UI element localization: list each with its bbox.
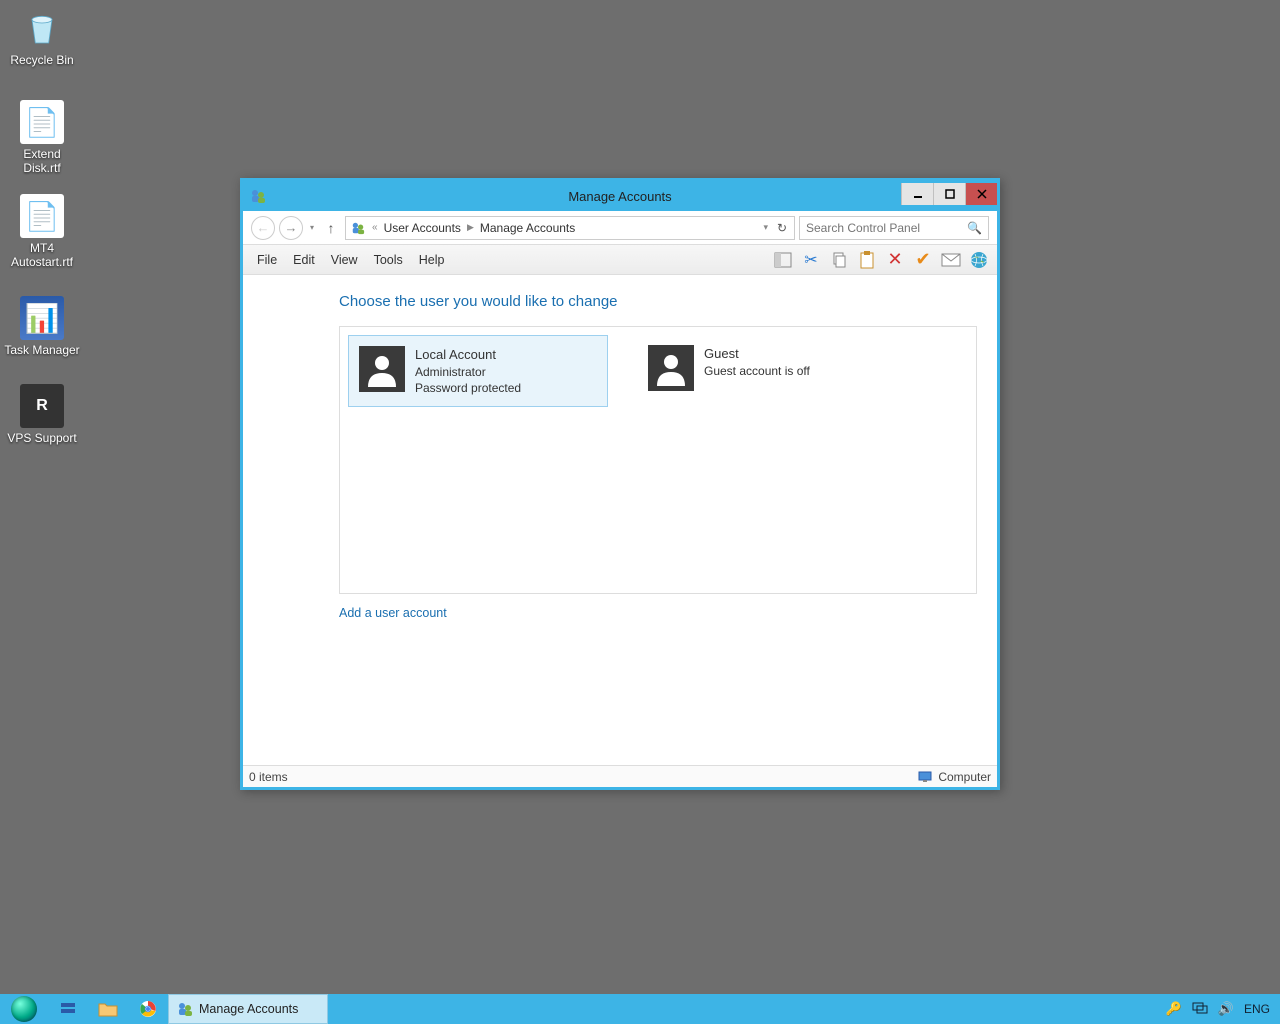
taskbar-explorer[interactable] [88,994,128,1024]
accounts-list: Local Account Administrator Password pro… [339,326,977,594]
window-controls [901,187,997,205]
account-name: Local Account [415,346,521,364]
search-icon[interactable]: 🔍 [967,221,982,235]
history-dropdown[interactable]: ▾ [307,216,317,240]
computer-icon [918,770,932,784]
taskbar-task-label: Manage Accounts [199,1002,298,1016]
account-card-local[interactable]: Local Account Administrator Password pro… [348,335,608,407]
search-box[interactable]: 🔍 [799,216,989,240]
breadcrumb-prefix: « [372,222,378,233]
menu-tools[interactable]: Tools [366,249,411,271]
add-user-link[interactable]: Add a user account [339,606,447,620]
account-name: Guest [704,345,810,363]
tray-volume-icon[interactable]: 🔊 [1218,1001,1234,1017]
tray-network-icon[interactable] [1192,1001,1208,1018]
desktop-icon-extend-disk[interactable]: 📄 Extend Disk.rtf [4,100,80,176]
vps-support-icon: R [20,384,64,428]
status-location: Computer [938,770,991,784]
start-button[interactable] [0,994,48,1024]
nav-bar: ← → ▾ ↑ « User Accounts ▶ Manage Account… [243,211,997,245]
menu-help[interactable]: Help [411,249,453,271]
tray-security-icon[interactable]: 🔑 [1166,1001,1182,1017]
tray-language[interactable]: ENG [1244,1002,1270,1016]
avatar-icon [648,345,694,391]
status-item-count: 0 items [249,770,288,784]
desktop-icon-mt4-autostart[interactable]: 📄 MT4 Autostart.rtf [4,194,80,270]
mail-icon[interactable] [939,248,963,272]
forward-button[interactable]: → [279,216,303,240]
menu-bar: File Edit View Tools Help ✂ ✕ ✔ [243,245,997,275]
refresh-button[interactable]: ↻ [774,221,790,235]
minimize-button[interactable] [901,183,933,205]
globe-icon[interactable] [967,248,991,272]
system-tray: 🔑 🔊 ENG [1156,994,1280,1024]
taskbar: Manage Accounts 🔑 🔊 ENG [0,994,1280,1024]
desktop-icon-task-manager[interactable]: 📊 Task Manager [4,296,80,357]
back-button[interactable]: ← [251,216,275,240]
desktop-icon-recycle-bin[interactable]: Recycle Bin [4,6,80,67]
desktop-icon-label: Recycle Bin [4,53,80,67]
account-role: Administrator [415,364,521,380]
content-area: Choose the user you would like to change… [243,275,997,765]
address-bar[interactable]: « User Accounts ▶ Manage Accounts ▾ ↻ [345,216,795,240]
taskbar-chrome[interactable] [128,994,168,1024]
search-input[interactable] [806,221,967,235]
account-status: Password protected [415,380,521,396]
account-info: Local Account Administrator Password pro… [415,346,521,396]
account-info: Guest Guest account is off [704,345,810,391]
account-status: Guest account is off [704,363,810,379]
delete-icon[interactable]: ✕ [883,248,907,272]
menu-file[interactable]: File [249,249,285,271]
recycle-bin-icon [20,6,64,50]
manage-accounts-window: Manage Accounts ← → ▾ ↑ « User Accounts … [240,178,1000,790]
desktop-icon-vps-support[interactable]: R VPS Support [4,384,80,445]
menu-view[interactable]: View [323,249,366,271]
user-accounts-icon [177,1001,193,1017]
rtf-file-icon: 📄 [20,194,64,238]
paste-icon[interactable] [855,248,879,272]
taskbar-server-manager[interactable] [48,994,88,1024]
page-heading: Choose the user you would like to change [339,293,977,310]
status-bar: 0 items Computer [243,765,997,787]
task-manager-icon: 📊 [20,296,64,340]
close-button[interactable] [965,183,997,205]
avatar-icon [359,346,405,392]
breadcrumb-manage-accounts[interactable]: Manage Accounts [480,221,575,235]
desktop-icon-label: Extend Disk.rtf [4,147,80,176]
desktop-icon-label: MT4 Autostart.rtf [4,241,80,270]
start-orb-icon [11,996,37,1022]
cut-icon[interactable]: ✂ [799,248,823,272]
address-dropdown-icon[interactable]: ▾ [763,222,768,233]
desktop-icon-label: VPS Support [4,431,80,445]
menu-edit[interactable]: Edit [285,249,323,271]
taskbar-task-manage-accounts[interactable]: Manage Accounts [168,994,328,1024]
user-accounts-icon [249,187,267,205]
maximize-button[interactable] [933,183,965,205]
copy-icon[interactable] [827,248,851,272]
window-title: Manage Accounts [243,189,997,204]
user-accounts-icon [350,220,366,236]
breadcrumb-user-accounts[interactable]: User Accounts [384,221,461,235]
desktop-icon-label: Task Manager [4,343,80,357]
check-icon[interactable]: ✔ [911,248,935,272]
panel-toggle-icon[interactable] [771,248,795,272]
up-button[interactable]: ↑ [321,216,341,240]
toolbar: ✂ ✕ ✔ [771,248,991,272]
account-card-guest[interactable]: Guest Guest account is off [638,335,898,401]
titlebar[interactable]: Manage Accounts [243,181,997,211]
rtf-file-icon: 📄 [20,100,64,144]
breadcrumb-separator-icon: ▶ [467,222,474,233]
